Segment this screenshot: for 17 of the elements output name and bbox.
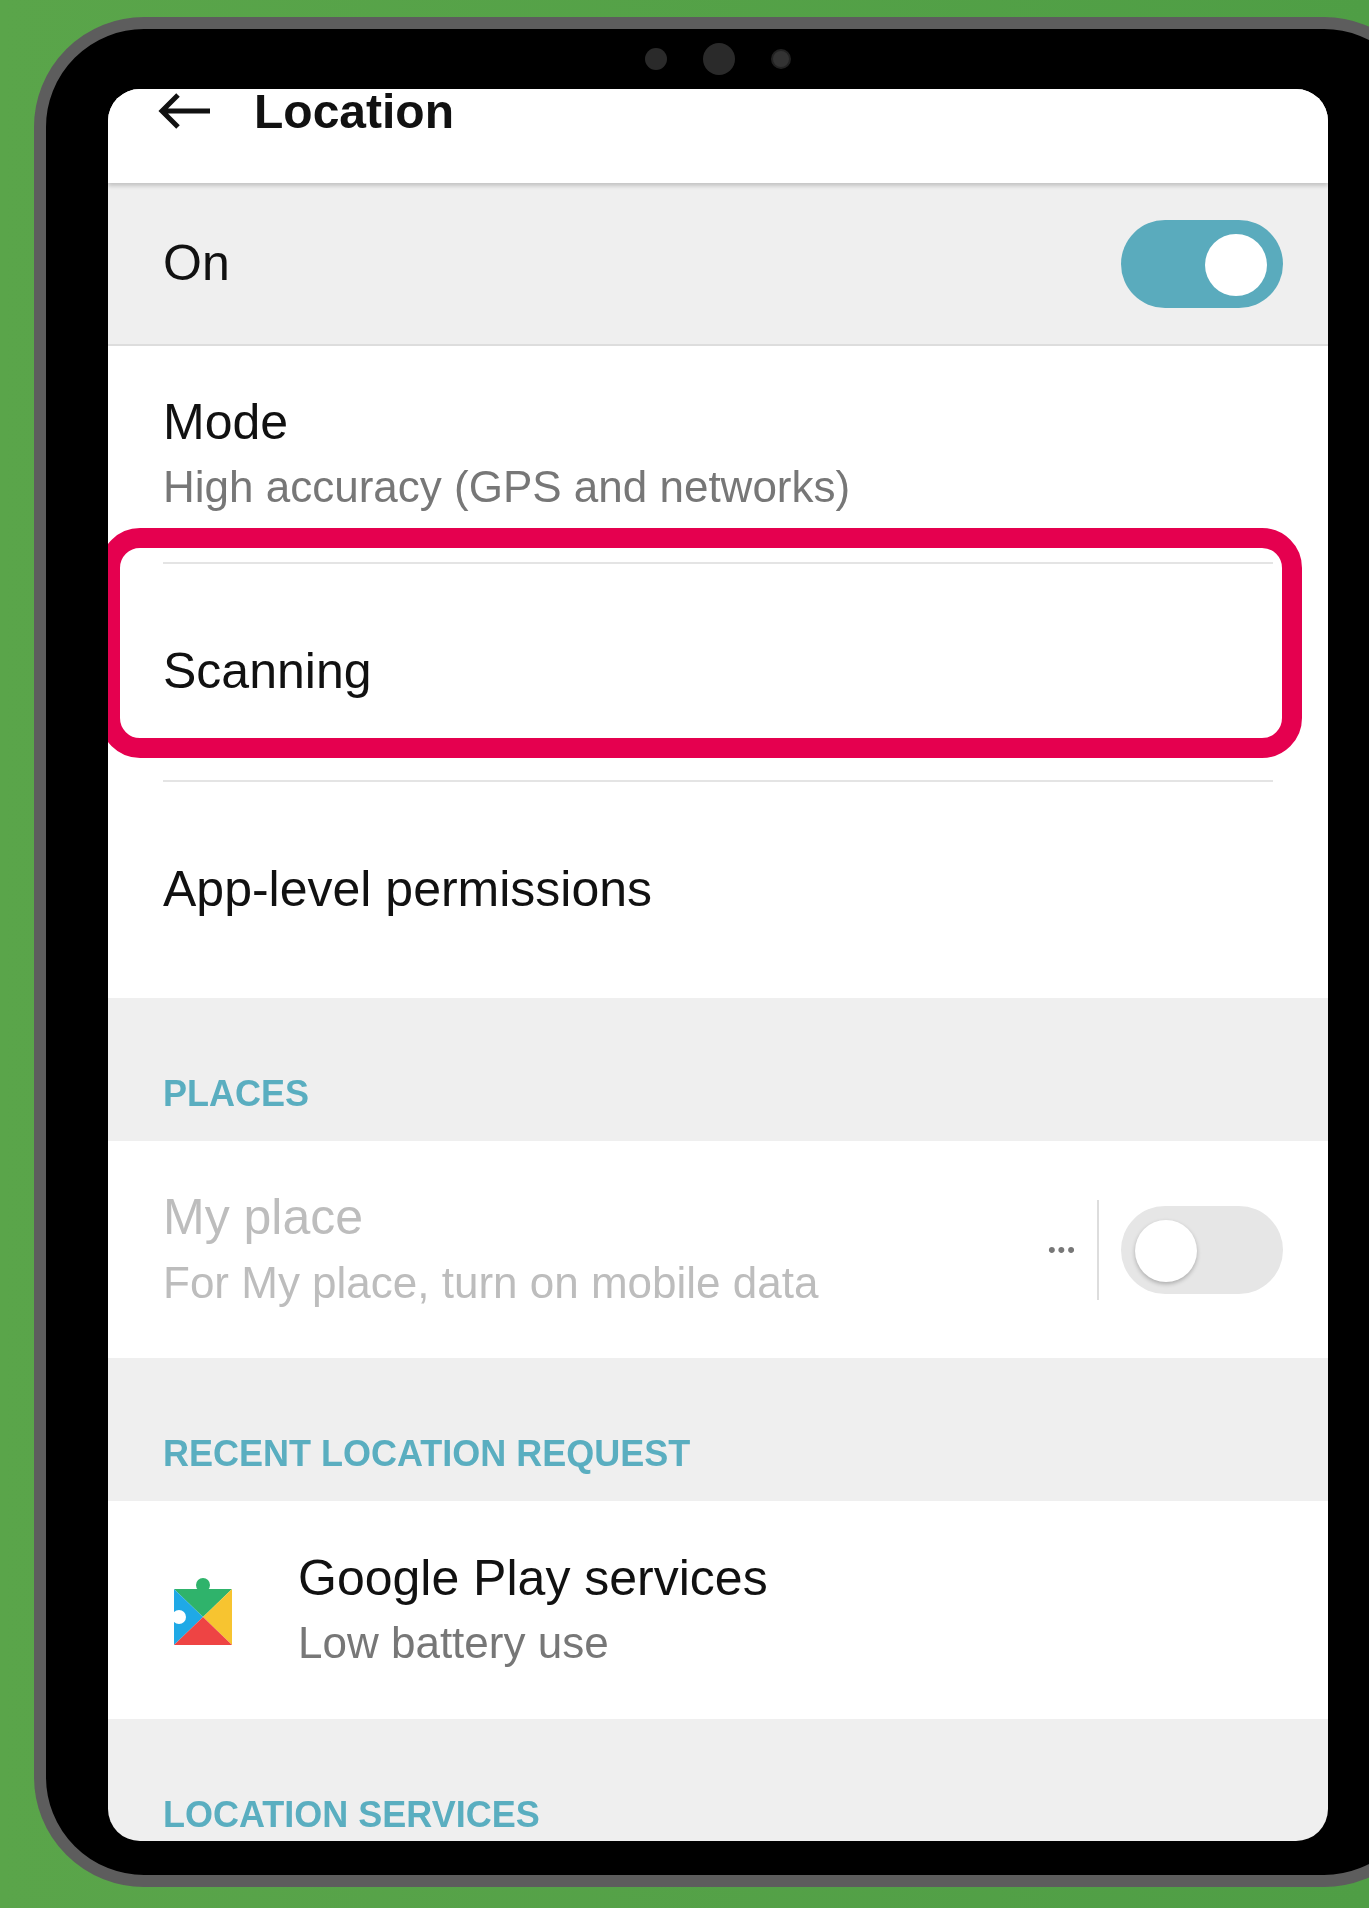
- place-subtitle: For My place, turn on mobile data: [163, 1256, 820, 1309]
- puzzle-piece-icon: [174, 1575, 232, 1645]
- section-heading: RECENT LOCATION REQUEST: [163, 1433, 691, 1475]
- section-heading: LOCATION SERVICES: [163, 1794, 540, 1836]
- section-heading: PLACES: [163, 1073, 310, 1115]
- app-name[interactable]: Google Play services: [298, 1549, 768, 1608]
- page-title: Location: [254, 89, 454, 135]
- setting-title[interactable]: Mode: [163, 393, 851, 452]
- back-icon[interactable]: [156, 91, 212, 131]
- sensor-icon: [645, 48, 667, 70]
- setting-subtitle: High accuracy (GPS and networks): [163, 461, 851, 514]
- sensor-icon: [771, 49, 791, 69]
- setting-title[interactable]: Scanning: [163, 643, 372, 701]
- setting-title[interactable]: App-level permissions: [163, 861, 653, 919]
- switch-label: On: [163, 234, 230, 293]
- camera-icon: [703, 43, 735, 75]
- app-usage: Low battery use: [298, 1617, 610, 1670]
